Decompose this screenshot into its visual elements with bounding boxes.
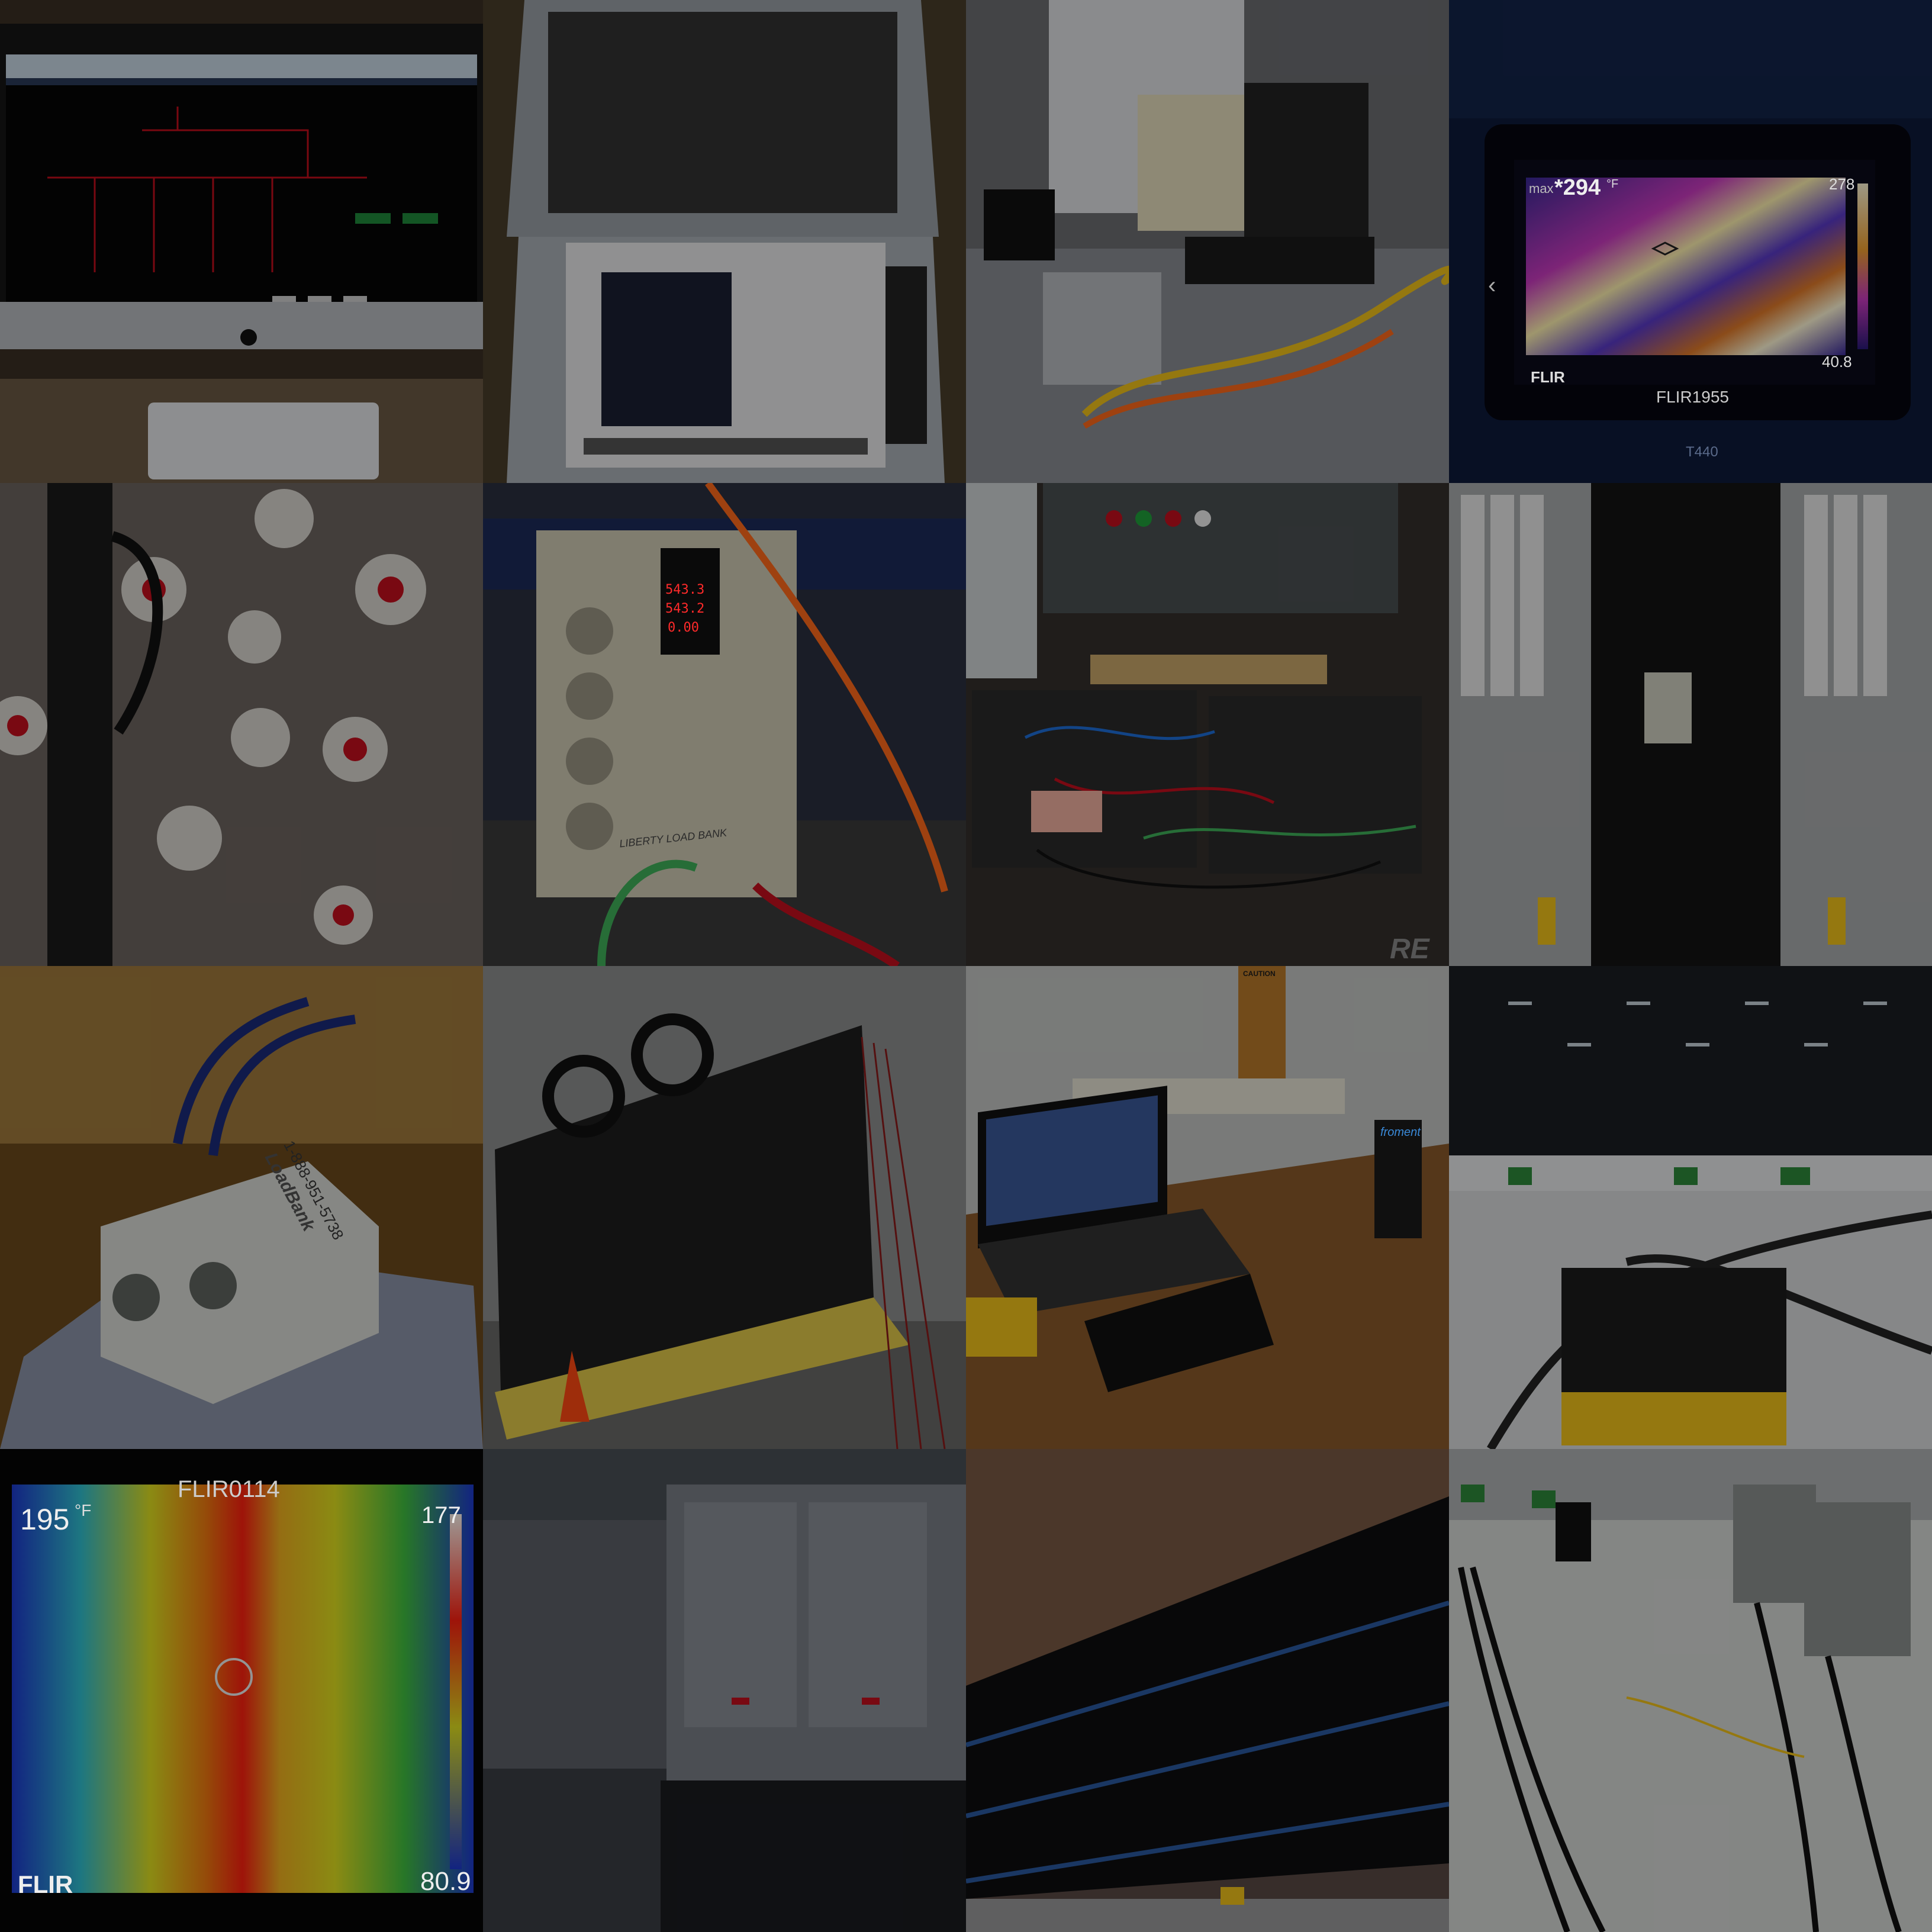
tile-thermal-cables: FLIR0114 195 °F 177 80.9 FLIR bbox=[0, 1449, 483, 1932]
data-hall-image bbox=[1449, 966, 1932, 1449]
thermal-file-name: FLIR0114 bbox=[178, 1476, 280, 1502]
flir-logo: FLIR bbox=[1531, 368, 1565, 386]
tile-scada-monitor bbox=[0, 0, 483, 483]
switchgear-aisle-image bbox=[1449, 483, 1932, 966]
test-panel-image bbox=[966, 483, 1449, 966]
raised-floor-load-banks-image bbox=[1449, 1449, 1932, 1932]
meter-readout-1: 543.3 bbox=[665, 582, 705, 597]
scale-top-value: 278 bbox=[1829, 175, 1855, 193]
open-case-image bbox=[483, 0, 966, 483]
device-brand: froment bbox=[1380, 1126, 1421, 1139]
battery-rack-image bbox=[483, 966, 966, 1449]
liberty-load-bank-image bbox=[483, 483, 966, 966]
spot-unit: °F bbox=[75, 1501, 92, 1519]
insulator-bushings-image bbox=[0, 483, 483, 966]
thermal-camera-image bbox=[1449, 0, 1932, 483]
scada-monitor-image bbox=[0, 0, 483, 483]
tile-portable-load-bank: LoadBank 1-888-951-5738 bbox=[0, 966, 483, 1449]
tile-switchgear-aisle bbox=[1449, 483, 1932, 966]
test-desk-image bbox=[966, 966, 1449, 1449]
spot-temperature: 195 bbox=[20, 1503, 70, 1536]
tile-warehouse-shelving bbox=[966, 1449, 1449, 1932]
tile-test-panel: RE bbox=[966, 483, 1449, 966]
generator-room-image bbox=[966, 0, 1449, 483]
portable-load-bank-image bbox=[0, 966, 483, 1449]
tile-generator-enclosures bbox=[483, 1449, 966, 1932]
tile-test-desk: froment CAUTION bbox=[966, 966, 1449, 1449]
meter-readout-3: 0.00 bbox=[668, 620, 699, 635]
tile-raised-floor-load-banks bbox=[1449, 1449, 1932, 1932]
max-unit: °F bbox=[1606, 178, 1619, 191]
meter-readout-2: 543.2 bbox=[665, 601, 705, 616]
tile-generator-room bbox=[966, 0, 1449, 483]
max-reading: *294 bbox=[1554, 175, 1601, 200]
thermal-cables-image bbox=[0, 1449, 483, 1932]
tile-insulator-bushings bbox=[0, 483, 483, 966]
scale-bottom-value: 40.8 bbox=[1822, 353, 1852, 371]
thermal-file-name: FLIR1955 bbox=[1656, 388, 1729, 406]
tile-liberty-load-bank: 543.3 543.2 0.00 LIBERTY LOAD BANK bbox=[483, 483, 966, 966]
max-label: max bbox=[1529, 181, 1554, 196]
flir-logo: FLIR bbox=[18, 1870, 73, 1898]
photo-collage: max *294 °F 278 40.8 FLIR FLIR1955 T440 … bbox=[0, 0, 1932, 1932]
tile-open-case bbox=[483, 0, 966, 483]
generator-enclosures-image bbox=[483, 1449, 966, 1932]
warehouse-shelving-image bbox=[966, 1449, 1449, 1932]
tile-data-hall bbox=[1449, 966, 1932, 1449]
back-chevron-icon: ‹ bbox=[1488, 272, 1496, 298]
tile-thermal-camera: max *294 °F 278 40.8 FLIR FLIR1955 T440 … bbox=[1449, 0, 1932, 483]
tile-battery-rack bbox=[483, 966, 966, 1449]
camera-model: T440 bbox=[1686, 444, 1718, 460]
scale-top-value: 177 bbox=[421, 1502, 461, 1528]
panel-tag: RE bbox=[1390, 933, 1429, 965]
scale-bottom-value: 80.9 bbox=[420, 1867, 471, 1896]
caution-sign: CAUTION bbox=[1243, 970, 1276, 978]
